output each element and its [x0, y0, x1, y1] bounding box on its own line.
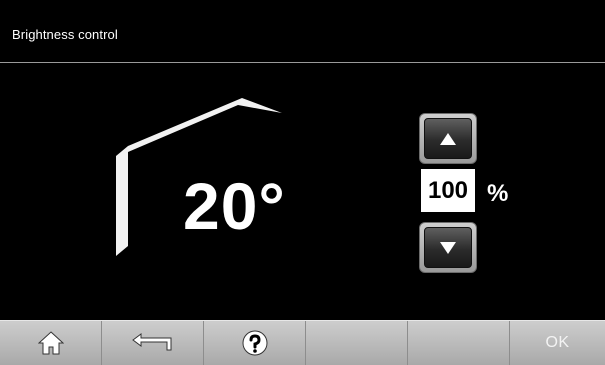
home-icon: [37, 331, 64, 355]
temperature-readout: 20°: [183, 169, 286, 243]
help-icon: [242, 330, 267, 356]
decrease-button[interactable]: [419, 222, 477, 273]
increase-button[interactable]: [419, 113, 477, 164]
ok-label: OK: [545, 334, 570, 351]
empty-button-1[interactable]: [306, 321, 408, 365]
header: Brightness control: [0, 0, 605, 63]
screen: Brightness control 20° 100 % OK: [0, 0, 605, 365]
down-arrow-icon: [440, 241, 456, 254]
back-button[interactable]: [102, 321, 204, 365]
home-button[interactable]: [0, 321, 102, 365]
ok-button[interactable]: OK: [510, 321, 605, 365]
brightness-spinner: 100: [419, 113, 479, 273]
page-title: Brightness control: [12, 27, 118, 42]
brightness-value: 100: [427, 176, 469, 204]
back-arrow-icon: [131, 333, 171, 351]
footer-toolbar: OK: [0, 320, 605, 365]
brightness-unit: %: [487, 180, 509, 207]
empty-button-2[interactable]: [408, 321, 510, 365]
brightness-value-box: 100: [421, 169, 475, 212]
help-button[interactable]: [204, 321, 306, 365]
up-arrow-icon: [440, 132, 456, 145]
main-area: 20° 100 %: [0, 63, 605, 320]
